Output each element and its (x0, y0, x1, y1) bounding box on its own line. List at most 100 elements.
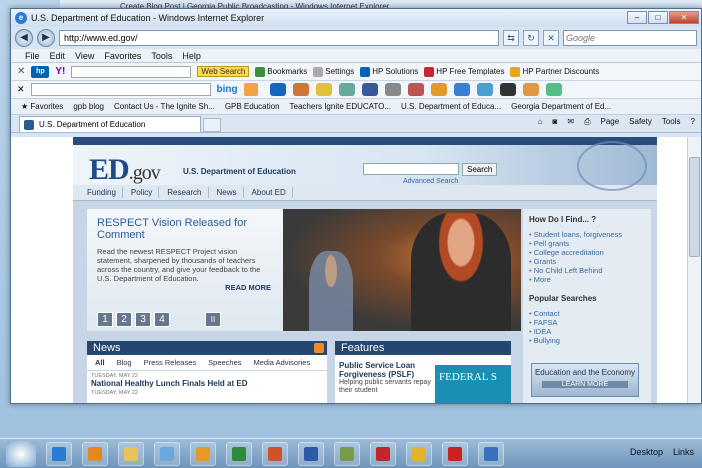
feature-title[interactable]: Public Service Loan Forgiveness (PSLF) (335, 355, 431, 379)
taskbar-app[interactable] (334, 441, 360, 466)
find-item[interactable]: Grants (529, 257, 645, 266)
chat-icon[interactable] (476, 83, 493, 96)
sun-icon[interactable] (430, 83, 447, 96)
refresh-icon[interactable]: ↻ (523, 30, 539, 46)
news-tab-all[interactable]: All (91, 357, 109, 368)
advanced-search-link[interactable]: Advanced Search (403, 178, 458, 185)
stop-icon[interactable]: ✕ (543, 30, 559, 46)
like-icon[interactable] (453, 83, 470, 96)
yahoo-logo[interactable]: Y! (55, 66, 65, 77)
popular-item[interactable]: FAFSA (529, 318, 645, 327)
ed-gov-logo[interactable]: ED.gov (89, 153, 161, 187)
menu-view[interactable]: View (75, 51, 94, 61)
taskbar-explorer[interactable] (118, 441, 144, 466)
find-item[interactable]: No Child Left Behind (529, 266, 645, 275)
taskbar-excel[interactable] (226, 441, 252, 466)
desktop-toolbar[interactable]: Desktop (630, 447, 663, 457)
taskbar-mcafee[interactable] (370, 441, 396, 466)
menu-favorites[interactable]: Favorites (104, 51, 141, 61)
taskbar-acrobat[interactable] (442, 441, 468, 466)
taskbar-app[interactable] (154, 441, 180, 466)
site-search-button[interactable]: Search (462, 163, 498, 176)
nav-news[interactable]: News (211, 187, 244, 198)
feature-image[interactable]: FEDERAL S (435, 365, 511, 403)
scrollbar-thumb[interactable] (689, 157, 700, 257)
nav-about[interactable]: About ED (246, 187, 293, 198)
find-item[interactable]: College accreditation (529, 248, 645, 257)
hp-circle-icon[interactable] (269, 83, 286, 96)
hero-pause-button[interactable]: II (205, 312, 221, 327)
search-box[interactable] (563, 30, 697, 46)
favorite-item[interactable]: gpb blog (73, 102, 104, 111)
find-item[interactable]: Pell grants (529, 239, 645, 248)
forward-button[interactable]: ▶ (37, 29, 55, 47)
nav-research[interactable]: Research (161, 187, 209, 198)
news-headline[interactable]: National Healthy Lunch Finals Held at ED (87, 379, 327, 388)
favorite-item[interactable]: Contact Us - The Ignite Sh... (114, 102, 215, 111)
menu-help[interactable]: Help (182, 51, 201, 61)
print-icon[interactable]: ⎙ (584, 117, 590, 127)
taskbar-word[interactable] (298, 441, 324, 466)
minimize-button[interactable]: – (627, 11, 647, 24)
page-menu[interactable]: Page (600, 117, 619, 127)
rss-icon[interactable] (314, 343, 324, 353)
nav-funding[interactable]: Funding (81, 187, 123, 198)
bookmarks-menu[interactable]: Bookmarks (255, 66, 307, 77)
search-input[interactable] (566, 33, 676, 43)
hp-logo[interactable]: hp (31, 65, 50, 78)
taskbar-itunes[interactable] (478, 441, 504, 466)
hero-page-4[interactable]: 4 (154, 312, 170, 327)
learn-more-button[interactable]: LEARN MORE (542, 381, 628, 388)
menu-edit[interactable]: Edit (50, 51, 66, 61)
favorite-item[interactable]: U.S. Department of Educa... (401, 102, 501, 111)
mail-icon[interactable]: ✉ (567, 117, 574, 127)
favorite-item[interactable]: GPB Education (225, 102, 280, 111)
home-icon[interactable]: ⌂ (538, 117, 543, 127)
back-button[interactable]: ◀ (15, 29, 33, 47)
facebook-icon[interactable] (361, 83, 378, 96)
window-titlebar[interactable]: e U.S. Department of Education - Windows… (11, 9, 701, 27)
taskbar-app[interactable] (406, 441, 432, 466)
taskbar-media-player[interactable] (82, 441, 108, 466)
economy-promo[interactable]: Education and the Economy LEARN MORE (531, 363, 639, 397)
news-tab-press[interactable]: Press Releases (140, 357, 201, 368)
hp-templates-menu[interactable]: HP Free Templates (424, 66, 504, 77)
taskbar-ie[interactable] (46, 441, 72, 466)
music-icon[interactable] (522, 83, 539, 96)
nav-policy[interactable]: Policy (125, 187, 160, 198)
maximize-button[interactable]: □ (648, 11, 668, 24)
start-button[interactable] (6, 440, 36, 467)
tools-menu[interactable]: Tools (662, 117, 681, 127)
hero-photo[interactable] (283, 209, 521, 331)
news-tab-media[interactable]: Media Advisories (250, 357, 315, 368)
help-icon[interactable]: ? (691, 117, 695, 127)
links-toolbar[interactable]: Links (673, 447, 694, 457)
compatibility-icon[interactable]: ⇆ (503, 30, 519, 46)
new-tab-button[interactable] (203, 118, 221, 132)
favorite-item[interactable]: Georgia Department of Ed... (511, 102, 611, 111)
favorites-button[interactable]: ★ Favorites (21, 102, 63, 111)
taskbar-outlook[interactable] (190, 441, 216, 466)
feeds-icon[interactable]: ◙ (553, 117, 558, 127)
hero-title[interactable]: RESPECT Vision Released for Comment (97, 217, 273, 241)
popular-item[interactable]: Contact (529, 309, 645, 318)
maps-icon[interactable] (338, 83, 355, 96)
find-item[interactable]: Student loans, forgiveness (529, 230, 645, 239)
site-search-input[interactable] (363, 163, 459, 175)
bing-search-input[interactable] (30, 83, 211, 96)
hp-discounts-menu[interactable]: HP Partner Discounts (510, 66, 599, 77)
popular-item[interactable]: IDEA (529, 327, 645, 336)
web-search-button[interactable]: Web Search (197, 66, 250, 77)
news-tab-speeches[interactable]: Speeches (204, 357, 245, 368)
tab-ed-gov[interactable]: U.S. Department of Education (19, 116, 201, 132)
photo-icon[interactable] (545, 83, 562, 96)
hp-solutions-menu[interactable]: HP Solutions (360, 66, 418, 77)
shopping-icon[interactable] (407, 83, 424, 96)
toolbar-close-icon[interactable]: ✕ (17, 66, 25, 77)
favorite-item[interactable]: Teachers Ignite EDUCATO... (290, 102, 392, 111)
popular-item[interactable]: Bullying (529, 336, 645, 345)
weather-icon[interactable] (315, 83, 332, 96)
hero-page-3[interactable]: 3 (135, 312, 151, 327)
bing-close-icon[interactable]: ✕ (17, 84, 25, 95)
safety-menu[interactable]: Safety (629, 117, 652, 127)
